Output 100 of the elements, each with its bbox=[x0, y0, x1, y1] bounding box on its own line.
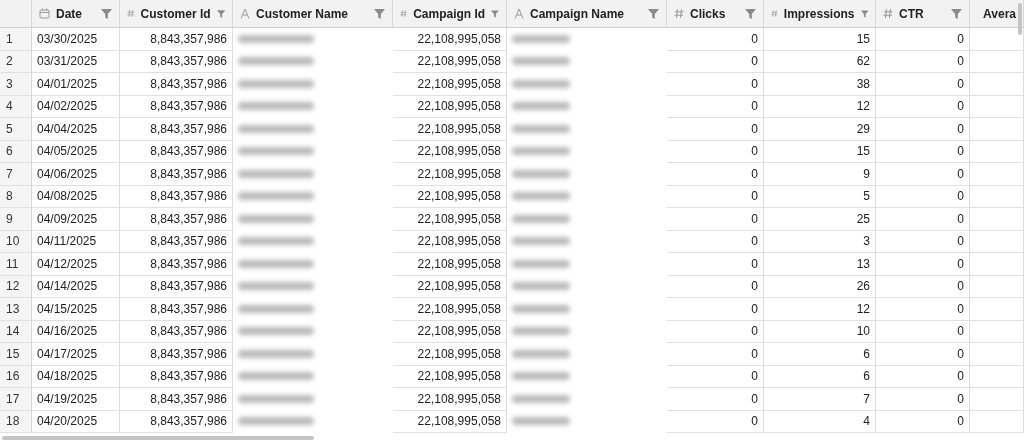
table-cell: 8,843,357,986 bbox=[120, 95, 233, 118]
table-cell: 25 bbox=[764, 208, 876, 231]
row-number: 12 bbox=[0, 275, 32, 298]
table-cell: 22,108,995,058 bbox=[393, 163, 507, 186]
table-cell: 0 bbox=[667, 50, 764, 73]
table-cell: 8,843,357,986 bbox=[120, 275, 233, 298]
table-cell: 22,108,995,058 bbox=[393, 320, 507, 343]
column-header[interactable]: Customer Id bbox=[120, 0, 233, 28]
column-header[interactable]: Clicks bbox=[667, 0, 764, 28]
table-cell: 0 bbox=[667, 163, 764, 186]
table-cell: 8,843,357,986 bbox=[120, 73, 233, 96]
table-cell: 8,843,357,986 bbox=[120, 230, 233, 253]
vertical-scrollbar[interactable] bbox=[1018, 3, 1022, 35]
horizontal-scrollbar[interactable] bbox=[2, 436, 314, 440]
table-cell: 62 bbox=[764, 50, 876, 73]
table-cell: 0 bbox=[876, 140, 970, 163]
table-cell: 0 bbox=[876, 365, 970, 388]
column-header[interactable]: Avera bbox=[970, 0, 1024, 28]
table-cell: 04/12/2025 bbox=[32, 253, 120, 276]
table-cell: 10 bbox=[764, 320, 876, 343]
table-cell: 04/04/2025 bbox=[32, 118, 120, 141]
column-header[interactable]: CTR bbox=[876, 0, 970, 28]
row-number: 16 bbox=[0, 365, 32, 388]
filter-icon[interactable] bbox=[860, 8, 868, 19]
table-cell: 0 bbox=[667, 410, 764, 433]
table-cell: 04/16/2025 bbox=[32, 320, 120, 343]
table-cell: 04/19/2025 bbox=[32, 388, 120, 411]
table-cell: 0 bbox=[876, 95, 970, 118]
table-cell: 12 bbox=[764, 95, 876, 118]
table-cell: 5 bbox=[764, 185, 876, 208]
row-number: 11 bbox=[0, 253, 32, 276]
filter-icon[interactable] bbox=[951, 8, 962, 19]
table-cell: 22,108,995,058 bbox=[393, 185, 507, 208]
table-cell: 0 bbox=[667, 365, 764, 388]
table-cell: 0 bbox=[667, 185, 764, 208]
table-cell: 0 bbox=[667, 343, 764, 366]
table-cell: 04/15/2025 bbox=[32, 298, 120, 321]
column-header[interactable]: Date bbox=[32, 0, 120, 28]
row-number: 15 bbox=[0, 343, 32, 366]
table-cell: 8,843,357,986 bbox=[120, 253, 233, 276]
column-header[interactable]: Campaign Name bbox=[507, 0, 667, 28]
table-cell: 8,843,357,986 bbox=[120, 208, 233, 231]
table-cell: 22,108,995,058 bbox=[393, 410, 507, 433]
table-cell: 6 bbox=[764, 343, 876, 366]
table-cell: 04/20/2025 bbox=[32, 410, 120, 433]
table-cell: 0 bbox=[876, 275, 970, 298]
row-number: 13 bbox=[0, 298, 32, 321]
table-cell: 26 bbox=[764, 275, 876, 298]
row-number: 3 bbox=[0, 73, 32, 96]
table-cell: 0 bbox=[667, 320, 764, 343]
filter-icon[interactable] bbox=[216, 8, 225, 19]
table-cell: 0 bbox=[876, 388, 970, 411]
table-cell: 12 bbox=[764, 298, 876, 321]
table-cell: 04/08/2025 bbox=[32, 185, 120, 208]
table-cell: 38 bbox=[764, 73, 876, 96]
table-cell: 22,108,995,058 bbox=[393, 388, 507, 411]
table-cell: 04/09/2025 bbox=[32, 208, 120, 231]
table-cell: 22,108,995,058 bbox=[393, 28, 507, 51]
table-cell: 0 bbox=[876, 208, 970, 231]
table-cell: 0 bbox=[876, 28, 970, 51]
filter-icon[interactable] bbox=[745, 8, 756, 19]
table-cell: 22,108,995,058 bbox=[393, 208, 507, 231]
table-cell: 0 bbox=[667, 298, 764, 321]
table-cell: 8,843,357,986 bbox=[120, 50, 233, 73]
table-cell: 29 bbox=[764, 118, 876, 141]
filter-icon[interactable] bbox=[374, 8, 385, 19]
table-cell: 8,843,357,986 bbox=[120, 118, 233, 141]
table-cell: 22,108,995,058 bbox=[393, 95, 507, 118]
filter-icon[interactable] bbox=[491, 8, 499, 19]
row-number: 10 bbox=[0, 230, 32, 253]
table-cell: 8,843,357,986 bbox=[120, 28, 233, 51]
table-cell: 0 bbox=[876, 185, 970, 208]
table-cell: 0 bbox=[667, 275, 764, 298]
table-cell: 0 bbox=[667, 118, 764, 141]
table-cell: 22,108,995,058 bbox=[393, 343, 507, 366]
table-cell: 0 bbox=[667, 95, 764, 118]
table-cell: 0 bbox=[876, 410, 970, 433]
row-number: 6 bbox=[0, 140, 32, 163]
table-cell: 0 bbox=[667, 253, 764, 276]
row-number: 5 bbox=[0, 118, 32, 141]
table-cell: 0 bbox=[667, 140, 764, 163]
column-header[interactable]: Customer Name bbox=[233, 0, 393, 28]
table-cell: 04/01/2025 bbox=[32, 73, 120, 96]
table-cell: 7 bbox=[764, 388, 876, 411]
table-cell: 15 bbox=[764, 140, 876, 163]
row-number: 2 bbox=[0, 50, 32, 73]
table-cell: 0 bbox=[667, 388, 764, 411]
filter-icon[interactable] bbox=[101, 8, 112, 19]
row-number: 18 bbox=[0, 410, 32, 433]
column-header[interactable]: Impressions bbox=[764, 0, 876, 28]
letter-type-icon bbox=[240, 8, 250, 19]
column-header[interactable]: Campaign Id bbox=[393, 0, 507, 28]
filter-icon[interactable] bbox=[648, 8, 659, 19]
hash-icon bbox=[127, 8, 135, 19]
table-cell: 22,108,995,058 bbox=[393, 118, 507, 141]
hash-icon bbox=[883, 8, 893, 19]
letter-type-icon bbox=[514, 8, 524, 19]
table-cell: 22,108,995,058 bbox=[393, 73, 507, 96]
table-cell: 22,108,995,058 bbox=[393, 298, 507, 321]
table-cell: 04/06/2025 bbox=[32, 163, 120, 186]
